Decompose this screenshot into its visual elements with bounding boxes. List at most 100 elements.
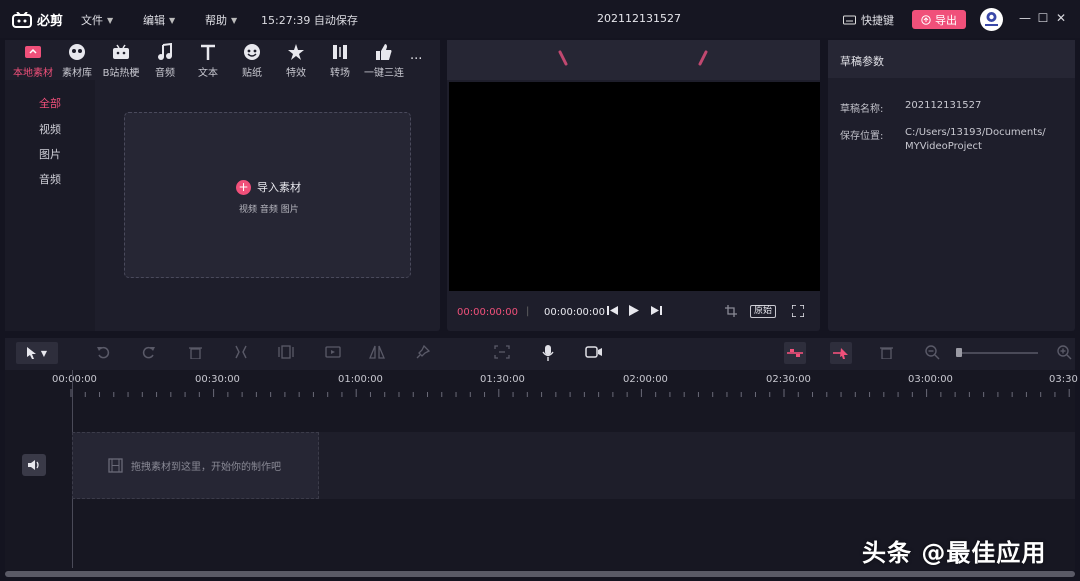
play-button[interactable] (629, 305, 639, 319)
record-video-button[interactable] (585, 345, 603, 363)
menu-edit-label: 编辑 (143, 14, 165, 27)
smart-crop-button[interactable] (494, 345, 510, 363)
sticker-icon (243, 42, 261, 62)
magnet-snap-button[interactable] (784, 342, 806, 364)
tab-text[interactable]: 文本 (186, 42, 230, 80)
tab-triple-like[interactable]: 一键三连 (362, 42, 406, 80)
export-icon (921, 14, 931, 25)
next-frame-button[interactable] (651, 305, 662, 319)
current-timecode: 00:00:00:00 (457, 307, 519, 318)
ruler-label: 01:30:00 (480, 374, 525, 385)
more-tabs-button[interactable]: ... (410, 48, 422, 63)
delete-button[interactable] (189, 345, 202, 363)
category-video[interactable]: 视频 (5, 121, 95, 137)
zoom-slider-track[interactable] (958, 352, 1038, 354)
undo-icon (97, 346, 110, 359)
select-tool-dropdown[interactable]: ▼ (16, 342, 58, 364)
tab-material-library[interactable]: 素材库 (55, 42, 99, 80)
tab-label: 本地素材 (13, 68, 53, 79)
track-mute-button[interactable] (22, 454, 46, 476)
crop-button[interactable] (725, 305, 737, 320)
tab-label: 素材库 (62, 68, 92, 79)
draft-name-value: 202112131527 (905, 100, 982, 111)
avatar-image-icon (985, 12, 998, 26)
close-button[interactable]: ✕ (1054, 11, 1068, 25)
zoom-out-button[interactable] (925, 345, 940, 364)
tab-label: 音频 (155, 68, 175, 79)
tab-label: 特效 (286, 68, 306, 79)
draft-title: 草稿参数 (840, 55, 884, 68)
skip-back-icon (607, 306, 618, 315)
menu-edit[interactable]: 编辑 ▼ (143, 12, 175, 28)
menu-help-label: 帮助 (205, 14, 227, 27)
tab-audio[interactable]: 音频 (143, 42, 187, 80)
mirror-button[interactable] (369, 345, 385, 363)
speaker-icon (27, 460, 39, 470)
chevron-down-icon: ▼ (169, 15, 176, 25)
bilibili-logo-icon (12, 11, 32, 28)
upload-icon (24, 42, 42, 62)
tab-sticker[interactable]: 贴纸 (230, 42, 274, 80)
reverse-button[interactable] (325, 345, 341, 363)
timecode-separator: | (526, 306, 530, 317)
minimize-button[interactable]: — (1018, 11, 1032, 25)
reverse-icon (325, 346, 341, 358)
tab-bilibili-memes[interactable]: B站热梗 (99, 42, 143, 80)
timeline-scrollbar[interactable] (5, 571, 1075, 577)
pin-icon (416, 344, 431, 359)
zoom-in-button[interactable] (1057, 345, 1072, 364)
import-label: 导入素材 (257, 181, 301, 194)
shortcut-button[interactable]: 快捷键 (843, 12, 894, 28)
linkage-button[interactable] (830, 342, 852, 364)
maximize-button[interactable]: ☐ (1036, 11, 1050, 25)
track-hint-text: 拖拽素材到这里，开始你的制作吧 (131, 462, 281, 473)
text-t-icon (200, 42, 216, 62)
chevron-down-icon: ▼ (107, 15, 114, 25)
draft-path-label: 保存位置: (840, 131, 884, 142)
category-audio[interactable]: 音频 (5, 171, 95, 187)
menu-file[interactable]: 文件 ▼ (81, 12, 113, 28)
tab-label: 贴纸 (242, 68, 262, 79)
undo-button[interactable] (96, 345, 110, 363)
ruler-label: 02:00:00 (623, 374, 668, 385)
timeline-delete-button[interactable] (880, 345, 893, 363)
menu-help[interactable]: 帮助 ▼ (205, 12, 237, 28)
pin-button[interactable] (416, 344, 431, 363)
tab-effects[interactable]: 特效 (274, 42, 318, 80)
preview-header (447, 40, 820, 80)
mascot-icon (68, 42, 86, 62)
draft-path-value-line1: C:/Users/13193/Documents/ (905, 127, 1046, 138)
timeline-toolbar (5, 338, 1075, 370)
preview-screen (449, 82, 820, 291)
link-cursor-icon (833, 348, 848, 359)
crop-icon (725, 305, 737, 317)
category-image[interactable]: 图片 (5, 146, 95, 162)
export-button[interactable]: 导出 (912, 10, 966, 29)
ruler-label: 03:00:00 (908, 374, 953, 385)
fullscreen-button[interactable] (791, 304, 805, 320)
tab-local-media[interactable]: 本地素材 (11, 42, 55, 80)
snap-icon (787, 349, 803, 357)
freeze-frame-button[interactable] (278, 345, 294, 363)
mirror-icon (369, 345, 385, 359)
ruler-label: 00:00:00 (52, 374, 97, 385)
avatar[interactable] (980, 8, 1003, 31)
draft-name-label: 草稿名称: (840, 104, 884, 115)
transition-icon (331, 42, 349, 62)
tab-transition[interactable]: 转场 (318, 42, 362, 80)
film-strip-icon (108, 458, 123, 473)
split-button[interactable] (233, 345, 249, 363)
previous-frame-button[interactable] (607, 305, 618, 319)
import-media-button[interactable]: + 导入素材 (236, 179, 301, 195)
tv-icon (112, 42, 130, 62)
import-dropzone[interactable] (124, 112, 411, 278)
zoom-slider-handle[interactable] (956, 348, 962, 357)
chevron-down-icon: ▼ (40, 348, 48, 358)
redo-button[interactable] (142, 345, 156, 363)
category-all[interactable]: 全部 (5, 95, 95, 111)
aspect-ratio-button[interactable]: 原始 (750, 305, 777, 318)
timeline-ruler[interactable] (70, 389, 1075, 397)
zoom-out-icon (925, 345, 940, 360)
record-audio-button[interactable] (542, 345, 554, 365)
bilibili-ears-icon (558, 50, 708, 66)
